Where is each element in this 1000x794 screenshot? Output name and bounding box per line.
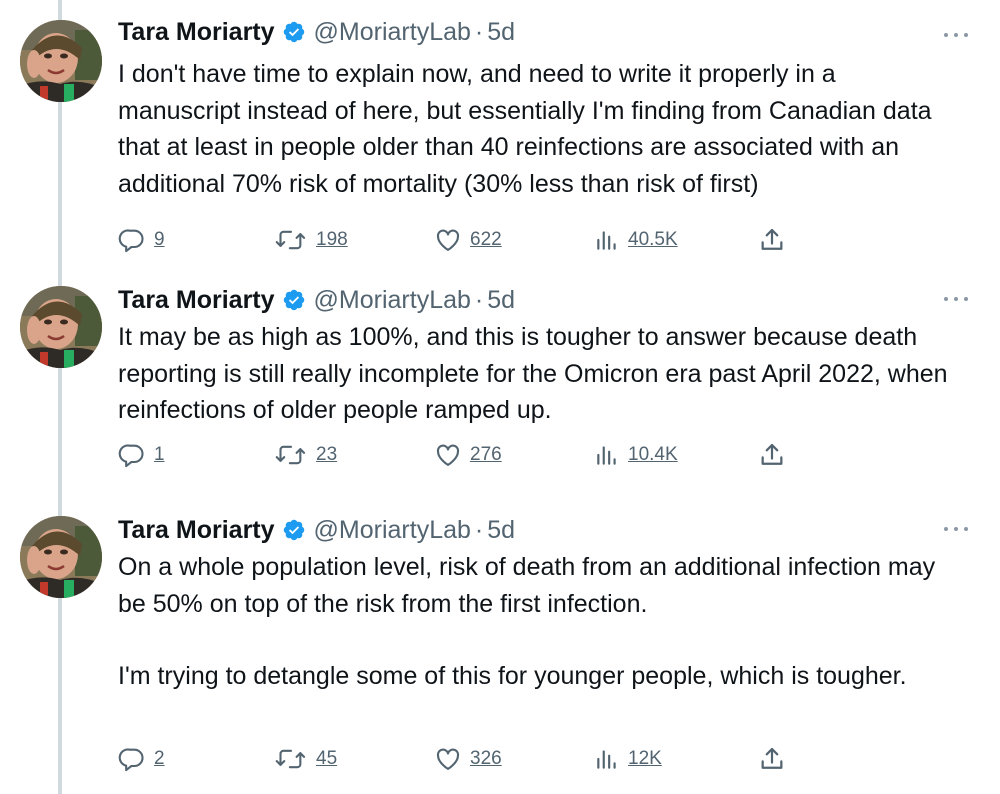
share-button[interactable] xyxy=(758,225,786,255)
tweet-text: I don't have time to explain now, and ne… xyxy=(118,56,958,202)
view-count: 12K xyxy=(628,748,662,769)
timestamp[interactable]: 5d xyxy=(487,516,515,545)
reply-count: 9 xyxy=(154,229,165,250)
more-options-icon[interactable] xyxy=(944,524,968,534)
tweet-actions: 9 198 622 40.5K xyxy=(118,225,818,255)
reply-button[interactable]: 2 xyxy=(118,744,165,774)
tweet-paragraph: I don't have time to explain now, and ne… xyxy=(118,60,932,198)
tweet-text: It may be as high as 100%, and this is t… xyxy=(118,319,958,429)
retweet-icon xyxy=(274,226,308,254)
avatar[interactable] xyxy=(20,286,102,368)
view-count: 40.5K xyxy=(628,229,678,250)
author-name[interactable]: Tara Moriarty xyxy=(118,286,275,315)
tweet-header: Tara Moriarty @MoriartyLab · 5d xyxy=(118,512,515,548)
tweet-paragraph: I'm trying to detangle some of this for … xyxy=(118,662,907,690)
heart-icon xyxy=(434,441,462,469)
views-icon xyxy=(594,226,620,254)
reply-icon xyxy=(118,745,146,773)
heart-icon xyxy=(434,745,462,773)
thread-line xyxy=(58,0,62,794)
tweet-actions: 2 45 326 12K xyxy=(118,744,818,774)
like-button[interactable]: 622 xyxy=(434,225,502,255)
retweet-button[interactable]: 45 xyxy=(274,744,337,774)
retweet-count: 198 xyxy=(316,229,348,250)
share-icon xyxy=(758,745,786,773)
avatar[interactable] xyxy=(20,516,102,598)
retweet-icon xyxy=(274,745,308,773)
retweet-count: 45 xyxy=(316,748,338,769)
view-count: 10.4K xyxy=(628,444,678,465)
author-handle[interactable]: @MoriartyLab xyxy=(314,286,471,315)
share-icon xyxy=(758,226,786,254)
retweet-icon xyxy=(274,441,308,469)
heart-icon xyxy=(434,226,462,254)
views-button[interactable]: 12K xyxy=(594,744,662,774)
author-name[interactable]: Tara Moriarty xyxy=(118,18,275,47)
verified-badge-icon xyxy=(282,518,306,542)
reply-icon xyxy=(118,441,146,469)
like-count: 622 xyxy=(470,229,502,250)
separator-dot: · xyxy=(474,515,484,544)
verified-badge-icon xyxy=(282,288,306,312)
share-button[interactable] xyxy=(758,440,786,470)
avatar[interactable] xyxy=(20,20,102,102)
like-button[interactable]: 326 xyxy=(434,744,502,774)
timestamp[interactable]: 5d xyxy=(487,286,515,315)
tweet-header: Tara Moriarty @MoriartyLab · 5d xyxy=(118,14,515,50)
share-icon xyxy=(758,441,786,469)
like-button[interactable]: 276 xyxy=(434,440,502,470)
reply-button[interactable]: 1 xyxy=(118,440,165,470)
separator-dot: · xyxy=(474,17,484,46)
author-name[interactable]: Tara Moriarty xyxy=(118,516,275,545)
like-count: 276 xyxy=(470,444,502,465)
like-count: 326 xyxy=(470,748,502,769)
views-icon xyxy=(594,441,620,469)
timestamp[interactable]: 5d xyxy=(487,18,515,47)
tweet-paragraph: It may be as high as 100%, and this is t… xyxy=(118,323,948,424)
author-handle[interactable]: @MoriartyLab xyxy=(314,18,471,47)
retweet-count: 23 xyxy=(316,444,338,465)
retweet-button[interactable]: 23 xyxy=(274,440,337,470)
more-options-icon[interactable] xyxy=(944,30,968,40)
reply-count: 2 xyxy=(154,748,165,769)
reply-icon xyxy=(118,226,146,254)
reply-button[interactable]: 9 xyxy=(118,225,165,255)
author-handle[interactable]: @MoriartyLab xyxy=(314,516,471,545)
tweet-paragraph: On a whole population level, risk of dea… xyxy=(118,553,936,618)
views-button[interactable]: 40.5K xyxy=(594,225,678,255)
views-icon xyxy=(594,745,620,773)
retweet-button[interactable]: 198 xyxy=(274,225,348,255)
reply-count: 1 xyxy=(154,444,165,465)
share-button[interactable] xyxy=(758,744,786,774)
separator-dot: · xyxy=(474,285,484,314)
more-options-icon[interactable] xyxy=(944,294,968,304)
tweet-text: On a whole population level, risk of dea… xyxy=(118,549,958,695)
views-button[interactable]: 10.4K xyxy=(594,440,678,470)
verified-badge-icon xyxy=(282,20,306,44)
tweet-actions: 1 23 276 10.4K xyxy=(118,440,818,470)
tweet-header: Tara Moriarty @MoriartyLab · 5d xyxy=(118,282,515,318)
